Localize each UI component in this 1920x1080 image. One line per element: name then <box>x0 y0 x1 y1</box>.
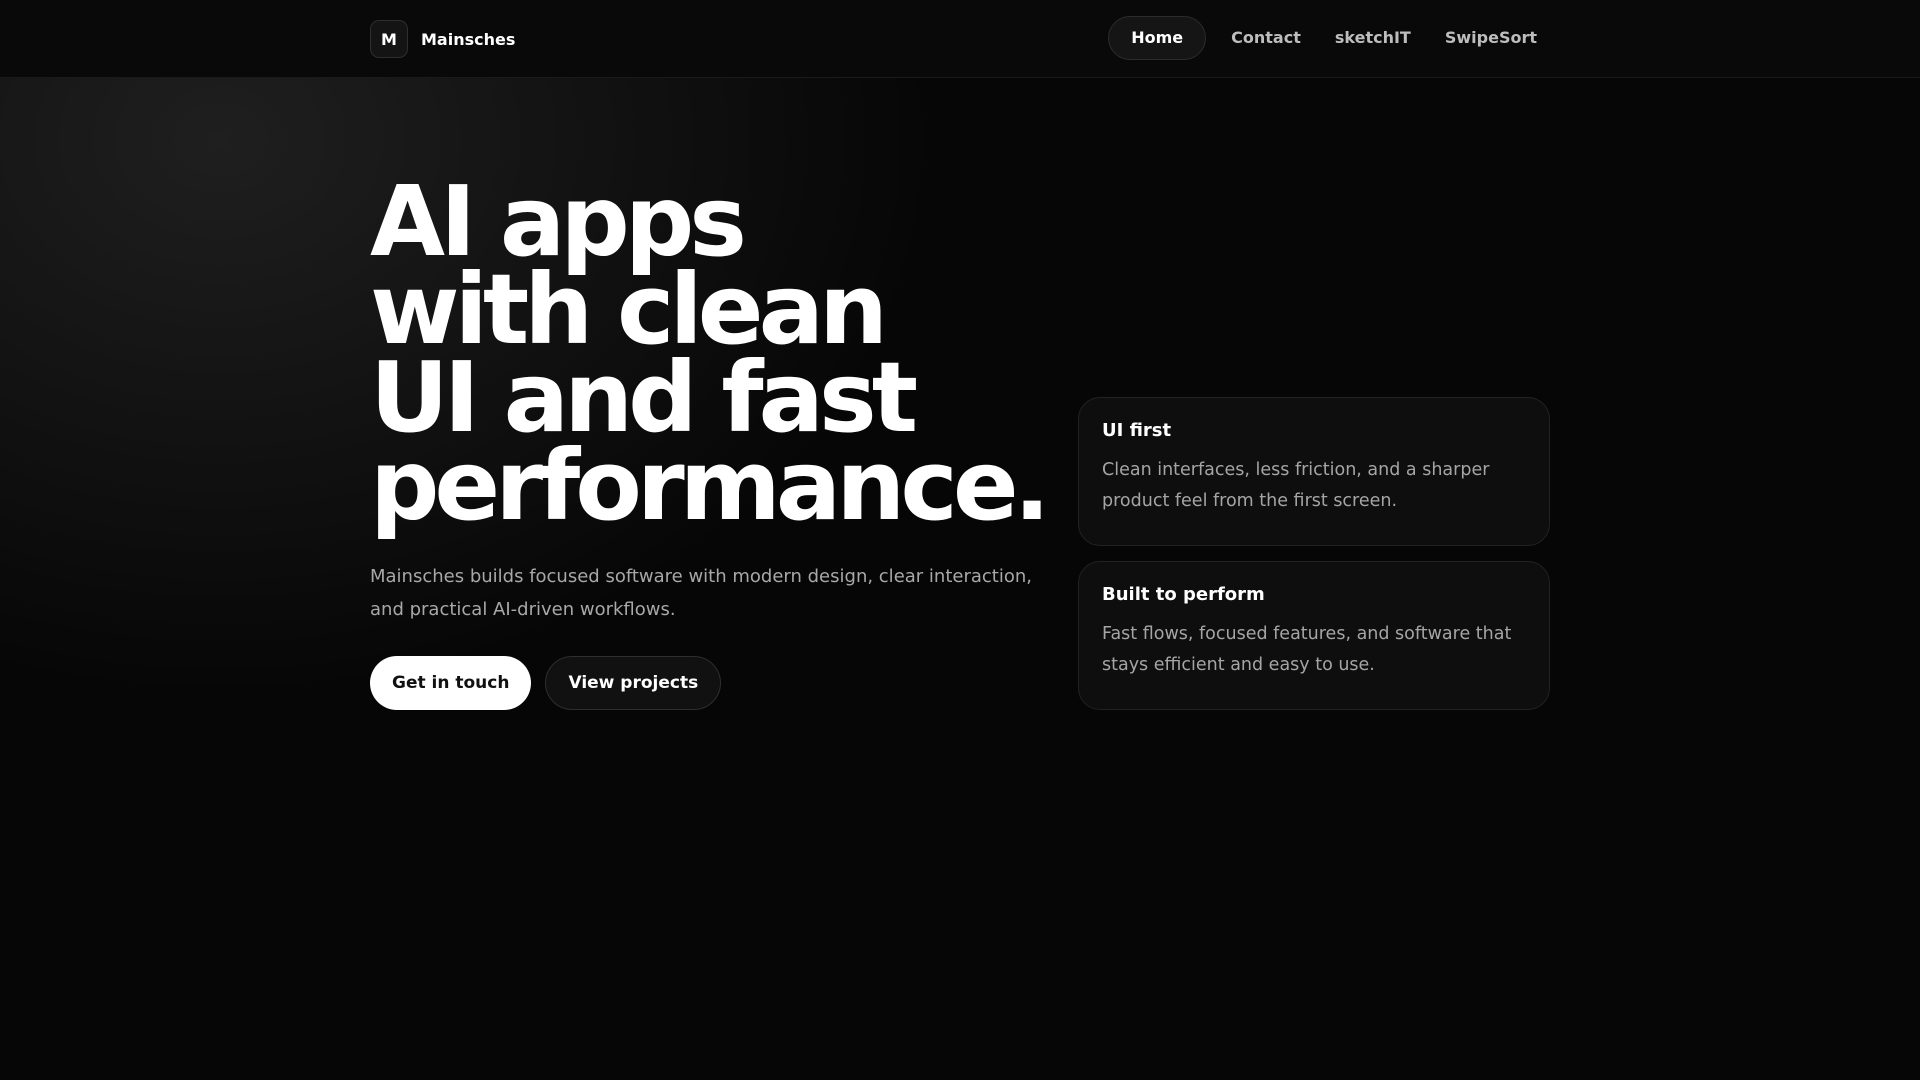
hero-actions: Get in touch View projects <box>370 656 722 710</box>
main-nav: Home Contact sketchIT SwipeSort <box>1108 16 1552 60</box>
site-header: M Mainsches Home Contact sketchIT SwipeS… <box>0 0 1920 78</box>
get-in-touch-button[interactable]: Get in touch <box>370 656 532 710</box>
card-title: Built to perform <box>1102 584 1265 605</box>
brand-link[interactable]: M Mainsches <box>370 20 515 58</box>
feature-card-ui-first: UI first Clean interfaces, less friction… <box>1078 397 1550 546</box>
feature-card-performance: Built to perform Fast flows, focused fea… <box>1078 561 1550 710</box>
nav-home[interactable]: Home <box>1108 16 1207 60</box>
card-body: Fast flows, focused features, and softwa… <box>1102 624 1512 675</box>
nav-contact[interactable]: Contact <box>1216 16 1316 60</box>
view-projects-button[interactable]: View projects <box>545 656 722 710</box>
nav-sketchit[interactable]: sketchIT <box>1320 16 1426 60</box>
card-body: Clean interfaces, less friction, and a s… <box>1102 460 1490 511</box>
feature-cards: UI first Clean interfaces, less friction… <box>1078 397 1550 725</box>
nav-swipesort[interactable]: SwipeSort <box>1430 16 1552 60</box>
hero-subtitle: Mainsches builds focused software with m… <box>370 566 1032 620</box>
hero-title-line: performance. <box>370 429 1050 542</box>
hero-title: AI apps with clean UI and fast performan… <box>370 173 1090 542</box>
card-title: UI first <box>1102 420 1172 441</box>
brand-name: Mainsches <box>421 29 516 49</box>
logo-icon: M <box>370 20 408 58</box>
